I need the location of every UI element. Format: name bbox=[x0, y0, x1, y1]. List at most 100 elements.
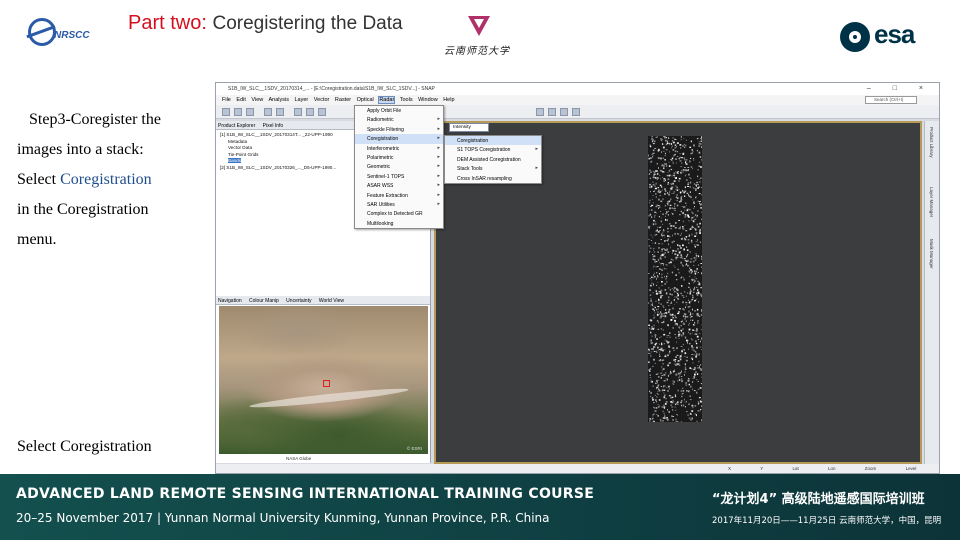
radar-menu-item[interactable]: Geometric ▸ bbox=[355, 162, 443, 171]
speckle-dot bbox=[661, 269, 663, 271]
redo-icon[interactable] bbox=[276, 108, 284, 116]
speckle-dot bbox=[687, 264, 689, 267]
radar-menu-item[interactable]: Sentinel-1 TOPS ▸ bbox=[355, 172, 443, 181]
radar-menu-item[interactable]: ASAR WSS ▸ bbox=[355, 181, 443, 190]
menu-edit[interactable]: Edit bbox=[236, 97, 245, 103]
speckle-dot bbox=[666, 336, 668, 339]
radar-menu-item[interactable]: Radiometric ▸ bbox=[355, 115, 443, 124]
world-map-view[interactable]: © ESRI bbox=[219, 306, 428, 454]
open-icon[interactable] bbox=[234, 108, 242, 116]
coreg-submenu-item[interactable]: Coregistration bbox=[445, 136, 541, 146]
speckle-dot bbox=[684, 237, 686, 240]
speckle-dot bbox=[701, 337, 702, 340]
pan-icon[interactable] bbox=[560, 108, 568, 116]
tree-item-bands[interactable]: Bands bbox=[228, 158, 242, 163]
save-icon[interactable] bbox=[246, 108, 254, 116]
tab-navigation[interactable]: Navigation bbox=[218, 298, 242, 304]
menu-raster[interactable]: Raster bbox=[335, 97, 351, 103]
radar-menu-item-label: Coregistration bbox=[367, 136, 399, 143]
menu-view[interactable]: View bbox=[251, 97, 263, 103]
menu-radar[interactable]: Radar bbox=[378, 96, 396, 104]
speckle-dot bbox=[652, 223, 655, 226]
step-line-2: images into a stack: bbox=[17, 141, 144, 158]
menu-vector[interactable]: Vector bbox=[314, 97, 330, 103]
radar-menu-item[interactable]: Interferometric ▸ bbox=[355, 144, 443, 153]
speckle-dot bbox=[679, 144, 682, 146]
select-icon[interactable] bbox=[572, 108, 580, 116]
menu-help[interactable]: Help bbox=[443, 97, 454, 103]
speckle-dot bbox=[679, 156, 681, 159]
speckle-dot bbox=[652, 242, 654, 244]
undo-icon[interactable] bbox=[264, 108, 272, 116]
speckle-dot bbox=[670, 404, 672, 406]
coreg-submenu-item[interactable]: Cross InSAR resampling bbox=[445, 174, 541, 183]
speckle-dot bbox=[664, 402, 667, 405]
coreg-submenu-item[interactable]: Stack Tools ▸ bbox=[445, 164, 541, 173]
radar-menu-item[interactable]: Apply Orbit File bbox=[355, 106, 443, 115]
speckle-dot bbox=[668, 178, 670, 180]
speckle-dot bbox=[651, 282, 653, 284]
speckle-dot bbox=[677, 248, 679, 250]
speckle-dot bbox=[657, 177, 659, 179]
speckle-dot bbox=[660, 211, 661, 212]
menu-file[interactable]: File bbox=[222, 97, 231, 103]
dock-mask-manager[interactable]: Mask Manager bbox=[929, 239, 934, 269]
speckle-dot bbox=[674, 203, 676, 205]
speckle-dot bbox=[664, 136, 666, 138]
zoom-out-icon[interactable] bbox=[548, 108, 556, 116]
dock-layer-manager[interactable]: Layer Manager bbox=[929, 187, 934, 217]
window-controls[interactable]: – □ × bbox=[867, 85, 933, 92]
radar-menu-item-label: Feature Extraction bbox=[367, 192, 408, 199]
speckle-dot bbox=[693, 183, 695, 185]
menu-layer[interactable]: Layer bbox=[295, 97, 309, 103]
radar-menu-item[interactable]: Complex to Detected GR bbox=[355, 209, 443, 218]
tab-uncertainty[interactable]: Uncertainty bbox=[286, 298, 311, 304]
speckle-dot bbox=[648, 302, 650, 304]
radar-menu-item[interactable]: Polarimetric ▸ bbox=[355, 153, 443, 162]
speckle-dot bbox=[654, 394, 656, 396]
radar-menu-item[interactable]: Coregistration ▸ bbox=[355, 134, 443, 144]
menu-window[interactable]: Window bbox=[418, 97, 438, 103]
radar-menu-item[interactable]: Speckle Filtering ▸ bbox=[355, 125, 443, 134]
speckle-dot bbox=[685, 363, 686, 366]
band-dropdown[interactable]: Intensity bbox=[449, 123, 489, 132]
speckle-dot bbox=[671, 241, 674, 244]
search-input[interactable]: Search (Ctrl+I) bbox=[865, 96, 917, 104]
tab-colour-manip[interactable]: Colour Manip bbox=[249, 298, 279, 304]
zoom-in-icon[interactable] bbox=[536, 108, 544, 116]
speckle-dot bbox=[700, 177, 702, 179]
speckle-dot bbox=[674, 296, 676, 298]
speckle-dot bbox=[686, 209, 689, 211]
batch-icon[interactable] bbox=[318, 108, 326, 116]
tab-pixel-info[interactable]: Pixel Info bbox=[263, 123, 284, 129]
radar-menu-item[interactable]: Multilooking bbox=[355, 219, 443, 228]
speckle-dot bbox=[695, 355, 697, 358]
speckle-dot bbox=[656, 204, 658, 207]
dock-product-library[interactable]: Product Library bbox=[929, 127, 934, 158]
coreg-submenu-item[interactable]: S1 TOPS Coregistration ▸ bbox=[445, 145, 541, 154]
menu-optical[interactable]: Optical bbox=[357, 97, 374, 103]
tab-product-explorer[interactable]: Product Explorer bbox=[218, 123, 255, 129]
speckle-dot bbox=[648, 173, 651, 175]
new-icon[interactable] bbox=[222, 108, 230, 116]
speckle-dot bbox=[691, 241, 693, 244]
speckle-dot bbox=[669, 235, 671, 238]
speckle-dot bbox=[665, 139, 667, 142]
speckle-dot bbox=[649, 199, 651, 202]
speckle-dot bbox=[669, 373, 671, 375]
speckle-dot bbox=[681, 276, 683, 278]
speckle-dot bbox=[674, 253, 677, 255]
speckle-dot bbox=[648, 273, 650, 274]
speckle-dot bbox=[685, 230, 688, 232]
band-maths-icon[interactable] bbox=[294, 108, 302, 116]
speckle-dot bbox=[668, 251, 670, 254]
tab-world-view[interactable]: World View bbox=[319, 298, 344, 304]
speckle-dot bbox=[699, 181, 701, 183]
radar-menu-item[interactable]: SAR Utilities ▸ bbox=[355, 200, 443, 209]
coreg-submenu-item[interactable]: DEM Assisted Coregistration bbox=[445, 155, 541, 164]
menu-tools[interactable]: Tools bbox=[400, 97, 413, 103]
menu-analysis[interactable]: Analysis bbox=[268, 97, 288, 103]
speckle-dot bbox=[677, 249, 679, 251]
graph-builder-icon[interactable] bbox=[306, 108, 314, 116]
radar-menu-item[interactable]: Feature Extraction ▸ bbox=[355, 191, 443, 200]
